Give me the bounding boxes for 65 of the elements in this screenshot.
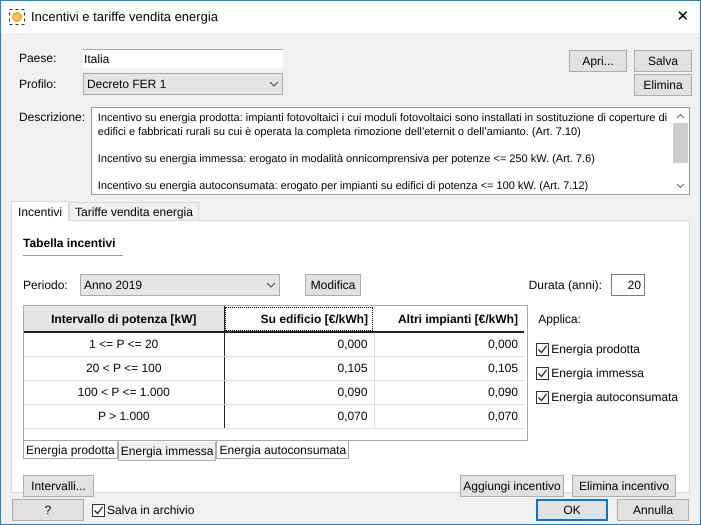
profile-dropdown[interactable]: Decreto FER 1	[83, 73, 283, 95]
intervals-button[interactable]: Intervalli...	[23, 475, 94, 497]
checkbox-label: Energia prodotta	[551, 341, 640, 358]
scroll-down-icon[interactable]	[676, 183, 685, 189]
table-cell: 0,070	[374, 404, 524, 428]
table-cell: 0,090	[224, 380, 374, 404]
field-label: Periodo:	[23, 277, 69, 294]
sheet-tab[interactable]: Energia autoconsumata	[216, 441, 350, 459]
description-paragraph: Incentivo su energia prodotta: impianti fotovoltaici i cui moduli fotovoltaici sono installati in sostituzione di coperture di edifici e fabbricati rurali su cui è operata la completa rimozione dell’eternit o dell’amianto. (Art. 7.10)	[98, 111, 668, 139]
field-label: Durata (anni):	[528, 277, 602, 294]
checkmark-icon	[537, 344, 548, 354]
chevron-down-icon	[266, 282, 276, 288]
description-paragraph: Incentivo su energia autoconsumata: erogato per impianti su edifici di potenza <= 100 kW. (Art. 7.12)	[98, 179, 590, 193]
help-button[interactable]: ?	[12, 499, 84, 521]
checkmark-icon	[93, 504, 104, 516]
table-cell: 0,070	[224, 404, 374, 428]
open-button[interactable]: Apri...	[569, 50, 627, 72]
delete-incentive-button[interactable]: Elimina incentivo	[572, 475, 676, 497]
table-cell: 0,000	[224, 332, 374, 356]
table-cell: P > 1.000	[24, 404, 224, 428]
period-dropdown[interactable]: Anno 2019	[80, 274, 280, 296]
tab[interactable]: Tariffe vendita energia	[69, 202, 199, 220]
section-title: Tabella incentivi	[23, 234, 124, 256]
delete-button[interactable]: Elimina	[634, 74, 692, 96]
table-cell: 1 <= P <= 20	[24, 332, 224, 356]
applica-label: Applica:	[538, 311, 582, 328]
cancel-button[interactable]: Annulla	[617, 499, 689, 521]
save-button[interactable]: Salva	[634, 50, 692, 72]
chevron-down-icon	[269, 81, 279, 87]
table-cell: 0,000	[374, 332, 524, 356]
table-cell: 0,090	[374, 380, 524, 404]
checkbox-label: Energia autoconsumata	[551, 389, 678, 406]
column-header[interactable]: Intervallo di potenza [kW]	[24, 306, 224, 332]
checkbox-label: Salva in archivio	[107, 502, 194, 519]
column-header[interactable]: Su edificio [€/kWh]	[224, 306, 374, 332]
window-title: Incentivi e tariffe vendita energia	[31, 8, 218, 26]
country-field[interactable]: Italia	[83, 48, 283, 68]
tab[interactable]: Incentivi	[11, 201, 70, 221]
checkbox-label: Energia immessa	[551, 365, 644, 382]
checkmark-icon	[537, 368, 548, 378]
sheet-tab[interactable]: Energia immessa	[118, 442, 216, 461]
checkbox[interactable]	[92, 504, 105, 516]
description-paragraph: Incentivo su energia immessa: erogato in modalità onnicomprensiva per potenze <= 250 kW. (Art. 7.6)	[98, 152, 596, 166]
field-label: Profilo:	[18, 76, 58, 93]
table-cell: 20 < P <= 100	[24, 356, 224, 380]
table-cell: 100 < P <= 1.000	[24, 380, 224, 404]
field-label: Descrizione:	[18, 109, 86, 126]
edit-button[interactable]: Modifica	[305, 274, 361, 296]
table-cell: 0,105	[374, 356, 524, 380]
scrollbar-thumb[interactable]	[673, 123, 688, 163]
checkbox[interactable]	[536, 390, 550, 404]
description-textarea[interactable]	[90, 107, 690, 195]
ok-button[interactable]: OK	[536, 499, 608, 521]
table-cell: 0,105	[224, 356, 374, 380]
add-incentive-button[interactable]: Aggiungi incentivo	[460, 475, 564, 497]
duration-field[interactable]: 20	[611, 274, 645, 296]
sun-icon	[9, 9, 25, 25]
checkmark-icon	[537, 392, 548, 402]
close-button[interactable]: ✕	[666, 1, 700, 33]
field-label: Paese:	[18, 50, 58, 67]
sheet-tab[interactable]: Energia prodotta	[23, 441, 118, 459]
checkbox[interactable]	[536, 342, 550, 356]
checkbox[interactable]	[536, 366, 550, 380]
column-header[interactable]: Altri impianti [€/kWh]	[374, 306, 524, 332]
scroll-up-icon[interactable]	[676, 113, 685, 119]
